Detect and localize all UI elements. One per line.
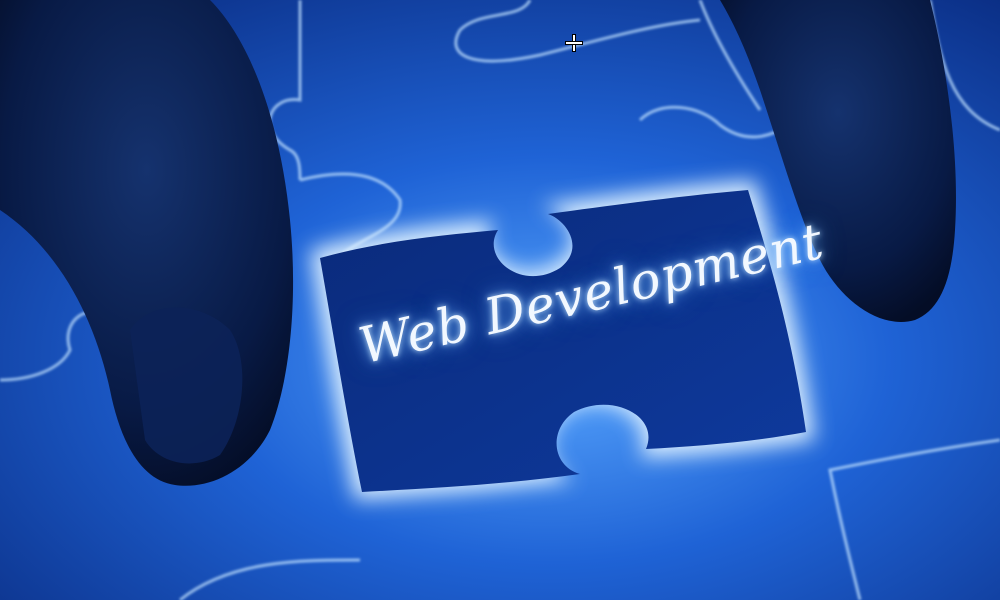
left-fingernail-highlight (130, 307, 243, 464)
crosshair-icon (566, 35, 582, 51)
photo-scene: Web Development (0, 0, 1000, 600)
